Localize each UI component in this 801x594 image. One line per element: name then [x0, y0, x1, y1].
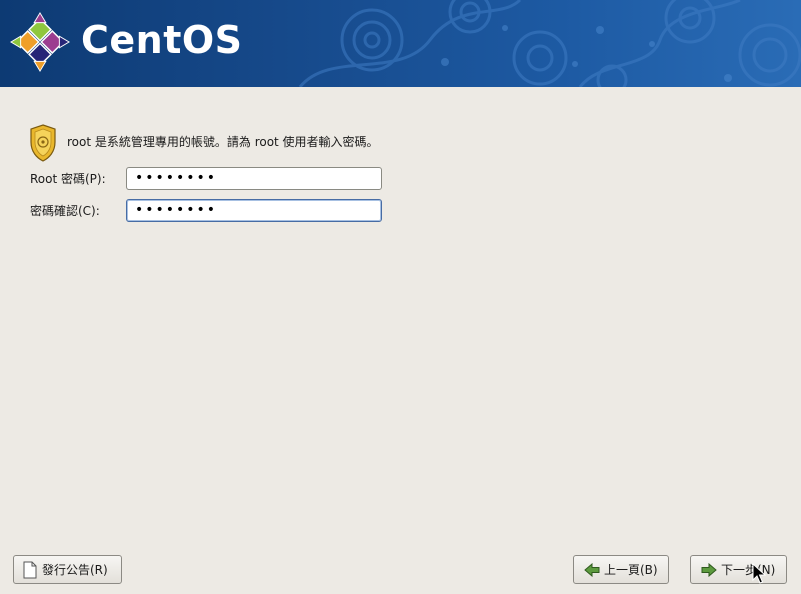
security-badge-icon — [30, 124, 56, 162]
brand-name: CentOS — [81, 18, 243, 62]
confirm-password-label: 密碼確認(C): — [30, 204, 100, 218]
release-notes-label: 發行公告(R) — [42, 563, 108, 577]
back-label: 上一頁(B) — [604, 563, 658, 577]
document-icon — [23, 561, 37, 578]
next-label: 下一步(N) — [721, 563, 776, 577]
back-button[interactable]: 上一頁(B) — [573, 555, 669, 584]
header-banner: CentOS — [0, 0, 801, 87]
next-button[interactable]: 下一步(N) — [690, 555, 787, 584]
release-notes-button[interactable]: 發行公告(R) — [13, 555, 122, 584]
intro-message: root 是系統管理專用的帳號。請為 root 使用者輸入密碼。 — [29, 124, 769, 162]
centos-logo-icon — [9, 11, 71, 73]
mouse-pointer-icon — [752, 563, 766, 584]
confirm-password-input[interactable]: •••••••• — [126, 199, 382, 222]
arrow-left-icon — [584, 562, 600, 577]
root-password-input[interactable]: •••••••• — [126, 167, 382, 190]
arrow-right-icon — [701, 562, 717, 577]
root-password-label: Root 密碼(P): — [30, 172, 106, 186]
intro-text: root 是系統管理專用的帳號。請為 root 使用者輸入密碼。 — [67, 135, 379, 149]
